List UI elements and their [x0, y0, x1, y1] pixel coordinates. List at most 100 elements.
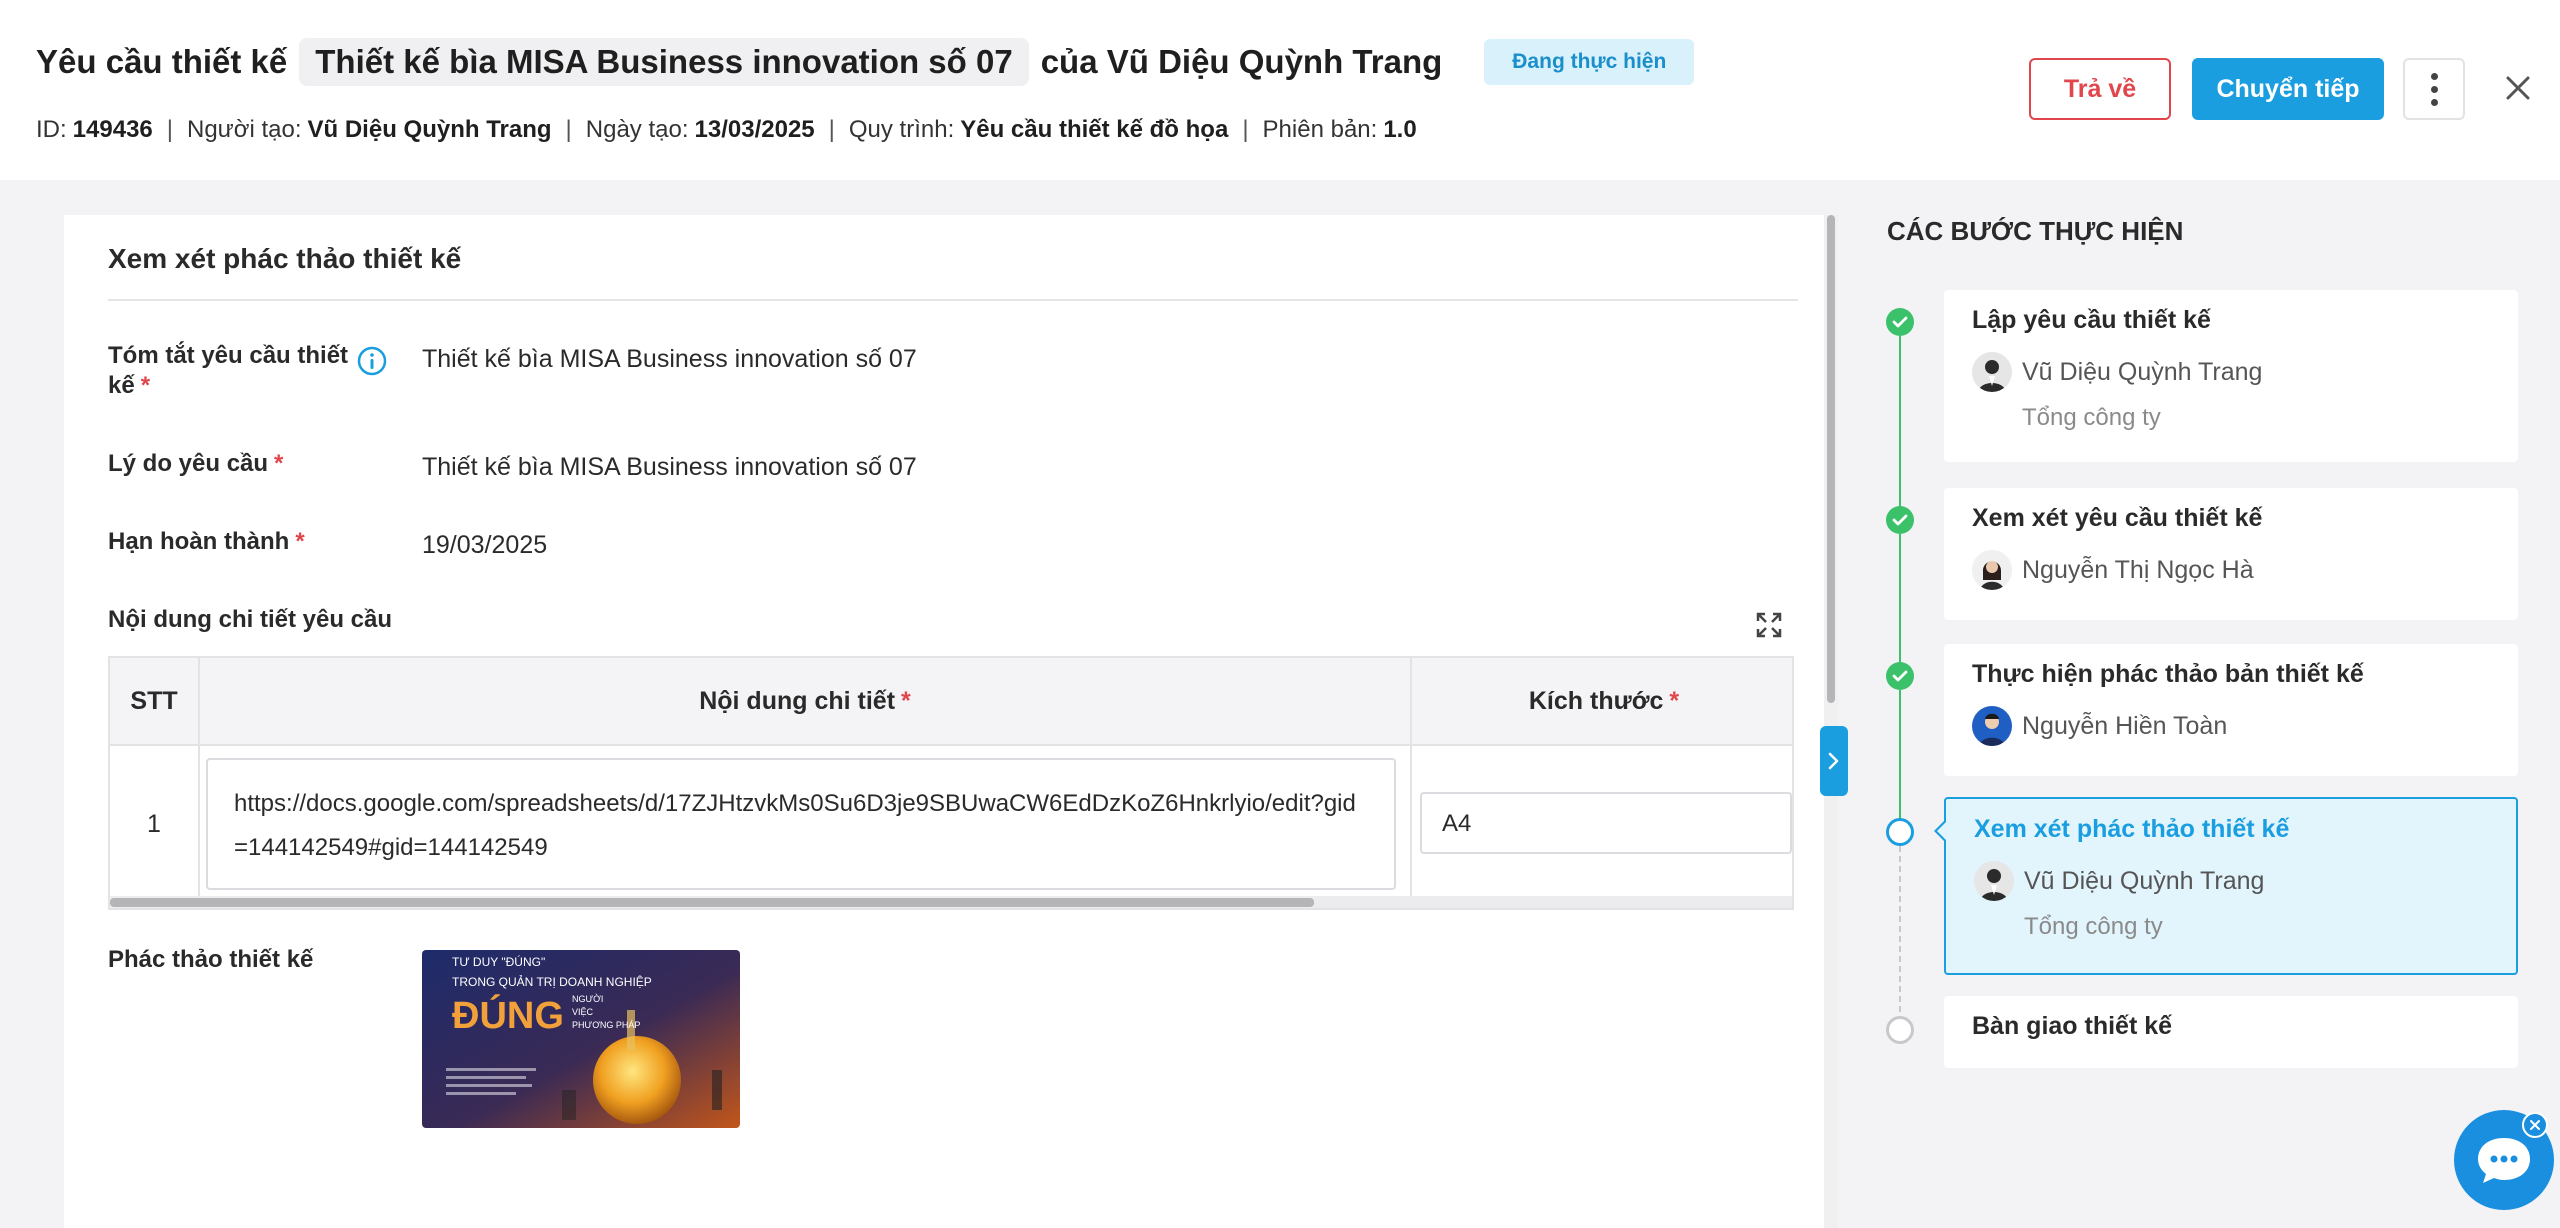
meta-version-value: 1.0	[1383, 116, 1417, 143]
step-card[interactable]: Bàn giao thiết kế	[1944, 996, 2518, 1068]
check-icon	[1892, 670, 1908, 682]
more-options-button[interactable]	[2403, 58, 2465, 120]
thumb-text-side3: PHƯƠNG PHÁP	[572, 1020, 640, 1030]
steps-title: CÁC BƯỚC THỰC HIỆN	[1887, 216, 2184, 246]
chat-close-button[interactable]	[2522, 1112, 2548, 1138]
step-org: Tổng công ty	[2022, 404, 2161, 431]
meta-creator-value: Vũ Diệu Quỳnh Trang	[307, 116, 552, 143]
required-mark: *	[901, 686, 911, 715]
meta-process-label: Quy trình:	[848, 116, 955, 143]
detail-label: Nội dung chi tiết yêu cầu	[108, 606, 393, 633]
page-header: Yêu cầu thiết kế Thiết kế bìa MISA Busin…	[0, 0, 2560, 180]
thumb-text-side1: NGƯỜI	[572, 994, 603, 1004]
forward-button[interactable]: Chuyển tiếp	[2192, 58, 2384, 120]
column-header-content: Nội dung chi tiết *	[200, 658, 1412, 746]
meta-id-value: 149436	[72, 116, 153, 143]
title-chip: Thiết kế bìa MISA Business innovation số…	[299, 38, 1029, 86]
summary-label-line1: Tóm tắt yêu cầu thiết	[108, 342, 349, 369]
scrollbar-thumb[interactable]	[110, 898, 1314, 907]
summary-value: Thiết kế bìa MISA Business innovation số…	[422, 345, 917, 373]
scrollbar-thumb[interactable]	[1827, 215, 1835, 703]
title-prefix: Yêu cầu thiết kế	[36, 43, 288, 80]
summary-label: Tóm tắt yêu cầu thiết kế *	[108, 341, 348, 401]
step-card[interactable]: Thực hiện phác thảo bản thiết kế Nguyễn …	[1944, 644, 2518, 776]
check-icon	[1892, 316, 1908, 328]
check-icon	[1892, 514, 1908, 526]
collapse-panel-button[interactable]	[1820, 726, 1848, 796]
step-pending-indicator	[1886, 1016, 1914, 1044]
step-connector	[1899, 336, 1901, 526]
required-mark: *	[274, 450, 284, 477]
design-draft-thumbnail[interactable]: TƯ DUY "ĐÚNG" TRONG QUẢN TRỊ DOANH NGHIỆ…	[422, 950, 740, 1128]
meta-row: ID: 149436 | Người tạo: Vũ Diệu Quỳnh Tr…	[36, 116, 1417, 144]
summary-label-line2: kế	[108, 372, 135, 399]
step-done-indicator	[1886, 506, 1914, 534]
info-icon[interactable]	[356, 345, 388, 377]
step-user-name: Nguyễn Hiền Toàn	[2022, 711, 2228, 740]
column-header-size-text: Kích thước	[1528, 686, 1664, 715]
meta-separator: |	[1242, 116, 1249, 143]
horizontal-scrollbar[interactable]	[110, 896, 1792, 908]
column-header-stt: STT	[110, 658, 200, 746]
title-suffix: của Vũ Diệu Quỳnh Trang	[1040, 43, 1443, 80]
avatar	[1972, 352, 2012, 392]
step-org: Tổng công ty	[2024, 913, 2163, 940]
thumb-text-1: TƯ DUY "ĐÚNG"	[452, 954, 545, 969]
more-vertical-icon	[2430, 72, 2438, 106]
meta-created-value: 13/03/2025	[694, 116, 815, 143]
step-current-indicator	[1886, 818, 1914, 846]
section-title: Xem xét phác thảo thiết kế	[108, 243, 462, 274]
step-connector	[1899, 846, 1901, 1022]
reason-value: Thiết kế bìa MISA Business innovation số…	[422, 453, 917, 481]
return-button[interactable]: Trả về	[2029, 58, 2171, 120]
required-mark: *	[140, 372, 151, 399]
step-connector	[1899, 534, 1901, 676]
step-user-name: Vũ Diệu Quỳnh Trang	[2022, 357, 2263, 386]
deadline-label: Hạn hoàn thành *	[108, 527, 305, 557]
avatar	[1972, 550, 2012, 590]
status-badge: Đang thực hiện	[1484, 39, 1695, 85]
meta-id-label: ID:	[36, 116, 67, 143]
expand-icon[interactable]	[1754, 610, 1784, 640]
step-name: Thực hiện phác thảo bản thiết kế	[1972, 660, 2364, 688]
main-panel: Xem xét phác thảo thiết kế Tóm tắt yêu c…	[64, 215, 1824, 1228]
step-card[interactable]: Lập yêu cầu thiết kế Vũ Diệu Quỳnh Trang…	[1944, 290, 2518, 462]
column-header-content-text: Nội dung chi tiết	[699, 686, 896, 715]
step-assignee: Vũ Diệu Quỳnh Trang	[1972, 352, 2262, 392]
chat-icon	[2478, 1138, 2530, 1183]
step-card[interactable]: Xem xét yêu cầu thiết kế Nguyễn Thị Ngọc…	[1944, 488, 2518, 620]
step-user-name: Vũ Diệu Quỳnh Trang	[2024, 866, 2265, 895]
required-mark: *	[295, 528, 305, 555]
step-assignee: Nguyễn Hiền Toàn	[1972, 706, 2227, 746]
step-assignee: Nguyễn Thị Ngọc Hà	[1972, 550, 2254, 590]
step-name: Xem xét phác thảo thiết kế	[1974, 815, 2290, 843]
thumb-text-side2: VIỆC	[572, 1007, 594, 1017]
avatar	[1972, 706, 2012, 746]
chevron-right-icon	[1828, 752, 1839, 770]
close-icon[interactable]	[2498, 68, 2538, 108]
size-field[interactable]: A4	[1420, 792, 1792, 854]
divider	[108, 299, 1798, 301]
step-user-name: Nguyễn Thị Ngọc Hà	[2022, 555, 2254, 584]
close-icon	[2530, 1120, 2540, 1130]
meta-creator-label: Người tạo:	[187, 116, 302, 143]
active-step-pointer-fill	[1937, 822, 1946, 840]
step-assignee: Vũ Diệu Quỳnh Trang	[1974, 861, 2264, 901]
thumb-text-big: ĐÚNG	[452, 993, 564, 1037]
vertical-scrollbar[interactable]	[1824, 215, 1838, 1228]
required-mark: *	[1669, 686, 1680, 715]
step-name: Xem xét yêu cầu thiết kế	[1972, 504, 2263, 532]
deadline-value: 19/03/2025	[422, 531, 548, 559]
page-title: Yêu cầu thiết kế Thiết kế bìa MISA Busin…	[36, 38, 1695, 86]
detail-content-field[interactable]: https://docs.google.com/spreadsheets/d/1…	[206, 758, 1396, 890]
thumb-text-2: TRONG QUẢN TRỊ DOANH NGHIỆP	[452, 974, 652, 989]
step-card-current[interactable]: Xem xét phác thảo thiết kế Vũ Diệu Quỳnh…	[1944, 797, 2518, 975]
step-done-indicator	[1886, 308, 1914, 336]
meta-separator: |	[565, 116, 572, 143]
step-done-indicator	[1886, 662, 1914, 690]
avatar	[1974, 861, 2014, 901]
detail-table: STT Nội dung chi tiết * Kích thước * 1 htt…	[108, 656, 1794, 910]
meta-separator: |	[166, 116, 173, 143]
meta-created-label: Ngày tạo:	[585, 116, 689, 143]
step-connector	[1899, 690, 1901, 824]
